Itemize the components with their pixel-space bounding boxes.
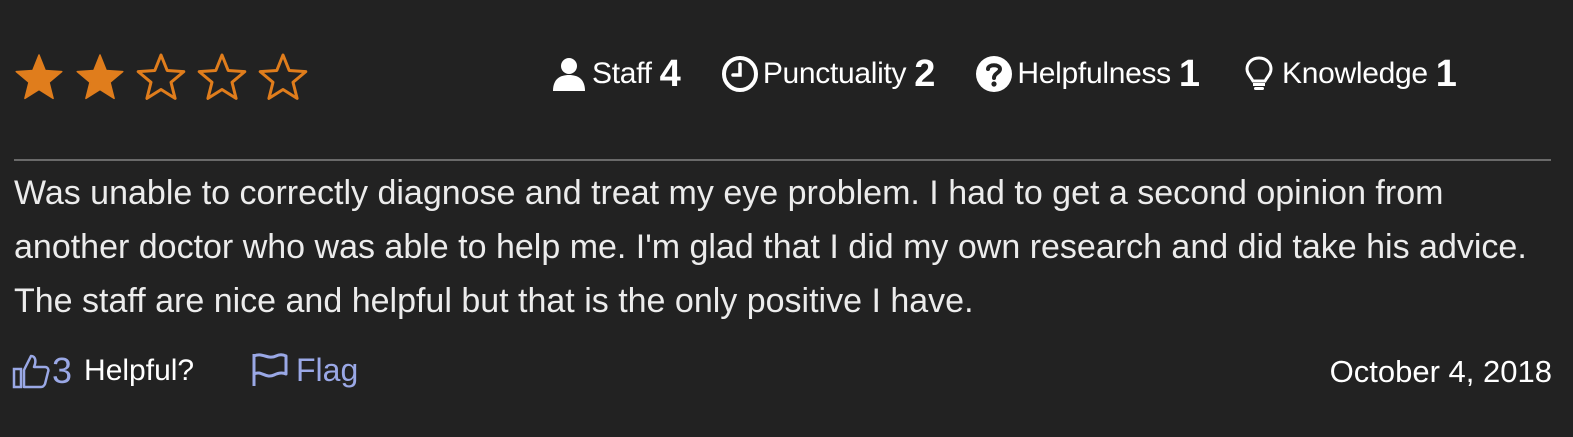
criterion-score: 1 xyxy=(1178,52,1200,95)
star-empty-icon xyxy=(136,53,186,100)
criterion-helpfulness: Helpfulness 1 xyxy=(975,53,1200,96)
criterion-score: 2 xyxy=(914,52,936,95)
criterion-label: Helpfulness xyxy=(1017,57,1171,90)
star-empty-icon xyxy=(197,53,247,100)
criterion-label: Punctuality xyxy=(762,57,907,90)
flag-icon xyxy=(252,353,288,386)
criterion-staff: Staff 4 xyxy=(550,53,681,96)
review-text: Was unable to correctly diagnose and tre… xyxy=(14,174,1527,320)
criteria-ratings: Staff 4 Punctuality 2 Helpfulness 1 Know… xyxy=(550,48,1457,100)
flag-button[interactable]: Flag xyxy=(250,350,358,390)
divider xyxy=(14,159,1551,161)
star-filled-icon xyxy=(76,54,124,100)
star-filled-icon xyxy=(15,54,63,100)
review-card: Staff 4 Punctuality 2 Helpfulness 1 Know… xyxy=(0,0,1573,437)
criterion-score: 4 xyxy=(659,52,681,95)
question-circle-icon xyxy=(976,56,1013,92)
criterion-label: Knowledge xyxy=(1282,57,1428,90)
criterion-label: Staff xyxy=(592,57,652,90)
thumbs-up-icon xyxy=(12,354,50,389)
user-icon xyxy=(553,58,585,91)
criterion-punctuality: Punctuality 2 xyxy=(721,52,936,96)
helpful-count: 3 xyxy=(52,350,73,391)
review-footer: 3 Helpful? Flag October 4, 2018 xyxy=(12,350,1552,400)
helpful-button[interactable]: 3 Helpful? xyxy=(12,350,194,392)
review-date: October 4, 2018 xyxy=(1329,354,1552,389)
helpful-label: Helpful? xyxy=(84,354,195,387)
criterion-score: 1 xyxy=(1435,52,1457,95)
star-rating xyxy=(14,52,308,102)
flag-label: Flag xyxy=(296,351,359,388)
lightbulb-icon xyxy=(1245,56,1273,90)
clock-icon xyxy=(721,56,758,92)
criterion-knowledge: Knowledge 1 xyxy=(1240,53,1457,96)
star-empty-icon xyxy=(258,53,308,100)
